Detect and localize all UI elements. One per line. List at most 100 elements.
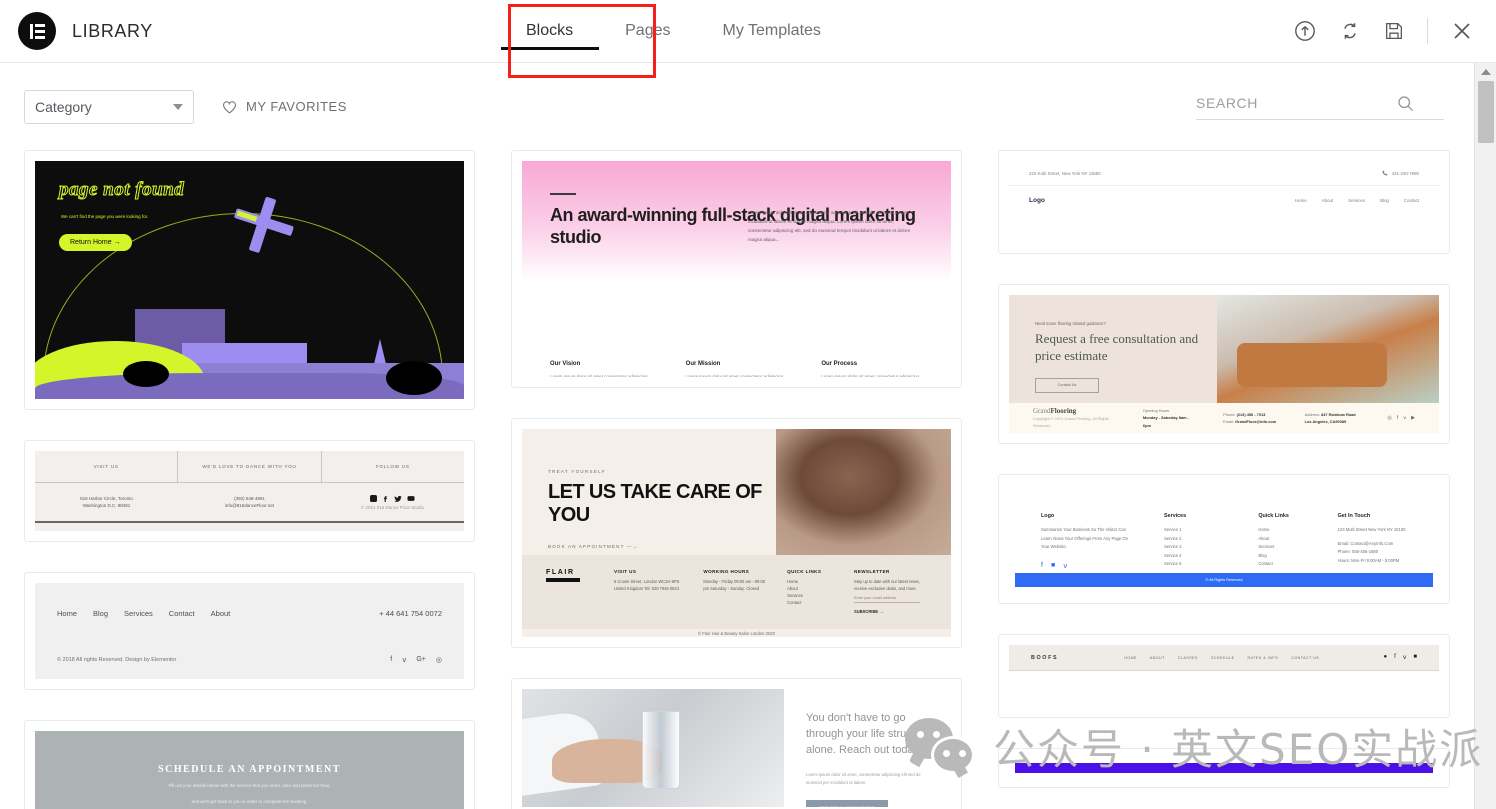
- elementor-logo-icon: [18, 12, 56, 50]
- facebook-icon: f: [390, 656, 393, 663]
- header-nav-blog: Blog: [1380, 197, 1389, 203]
- scrollbar-thumb[interactable]: [1478, 81, 1494, 143]
- beauty-heading: LET US TAKE CARE OF YOU: [548, 481, 762, 526]
- header-address: 223 Kobi Street, New York NY 11550: [1029, 170, 1101, 176]
- beauty-link-2: About: [787, 586, 798, 592]
- beauty-visit-title: VISIT US: [614, 569, 637, 574]
- template-card-footer-nav[interactable]: Home Blog Services Contact About + 44 64…: [24, 572, 475, 690]
- header-nav-contact: Contact: [1403, 197, 1419, 203]
- beauty-brand: FLAIR: [546, 569, 575, 576]
- footer-nav-item-home: Home: [57, 609, 78, 618]
- consult-phone-label: Phone:: [1223, 411, 1236, 417]
- footer-nav-socials: f 𝗏 G+ ◎: [390, 656, 442, 664]
- boofs-nav-about: ABOUT: [1149, 655, 1165, 660]
- my-favorites-filter[interactable]: MY FAVORITES: [222, 99, 347, 114]
- bluef-quick-2: About: [1258, 535, 1270, 541]
- tab-blocks[interactable]: Blocks: [500, 0, 599, 63]
- template-card-beauty[interactable]: TREAT YOURSELF LET US TAKE CARE OF YOU B…: [511, 418, 962, 648]
- preview-marketing: An award-winning full-stack digital mark…: [522, 161, 951, 377]
- consult-socials: ◎ f 𝗏 ▶: [1387, 415, 1415, 421]
- template-card-404[interactable]: page not found We can't find the page yo…: [24, 150, 475, 410]
- template-grid[interactable]: page not found We can't find the page yo…: [0, 150, 1474, 809]
- footer-nav-item-services: Services: [124, 609, 153, 618]
- close-icon[interactable]: [1450, 19, 1474, 43]
- footer-col-title-1: VISIT US: [35, 451, 179, 482]
- preview-consultation: Need some flooring related guidance? Req…: [1009, 295, 1439, 433]
- template-card-boofs-header[interactable]: BOOFS HOME ABOUT CLASSES SCHEDULE RATES …: [998, 634, 1450, 718]
- template-card-header-nav[interactable]: 223 Kobi Street, New York NY 11550 421-2…: [998, 150, 1450, 254]
- boofs-nav-rates: RATES & INFO: [1247, 655, 1279, 660]
- bluef-touch-hours: Hours: Mon-Fri 9:00AM - 5:00PM: [1337, 557, 1400, 563]
- blob-1: [123, 361, 169, 387]
- footer-copyright: © 2021 916 Dance Floor Studio: [360, 504, 425, 510]
- template-card-appointment[interactable]: SCHEDULE AN APPOINTMENT Fill out your de…: [24, 720, 475, 809]
- preview-header-nav: 223 Kobi Street, New York NY 11550 421-2…: [1009, 161, 1439, 243]
- search-input[interactable]: [1196, 95, 1396, 111]
- save-icon[interactable]: [1383, 20, 1405, 42]
- footer-col-title-3: FOLLOW US: [375, 464, 410, 469]
- twitter-icon: 𝗏: [1402, 655, 1407, 661]
- search-icon[interactable]: [1396, 94, 1415, 113]
- template-card-therapy[interactable]: You don't have to go through your life s…: [511, 678, 962, 809]
- facebook-icon: [384, 496, 387, 502]
- header-logo: Logo: [1029, 196, 1045, 204]
- preview-404-subtitle: We can't find the page you were looking …: [61, 214, 149, 219]
- toolbar-divider: [1427, 18, 1428, 44]
- footer-address-line2: Washington D.C. 98491: [82, 503, 131, 508]
- category-dropdown[interactable]: Category: [24, 89, 194, 124]
- template-card-footer-visit[interactable]: VISIT US WE'D LOVE TO DANCE WITH YOU FOL…: [24, 440, 475, 542]
- footer-nav-item-about: About: [210, 609, 231, 618]
- tab-pages[interactable]: Pages: [599, 0, 696, 63]
- facebook-icon: f: [1394, 654, 1396, 660]
- appointment-text-2: and we'll get back to you in order to co…: [191, 798, 308, 804]
- bluef-quick-1: Home: [1258, 527, 1270, 532]
- tab-blocks-label: Blocks: [526, 22, 574, 39]
- consult-brand-light: Grand: [1033, 406, 1051, 415]
- instagram-icon: ■: [1050, 561, 1056, 569]
- bluef-service-1: Service 1: [1164, 527, 1182, 532]
- heart-icon: [223, 100, 236, 113]
- template-card-consultation[interactable]: Need some flooring related guidance? Req…: [998, 284, 1450, 444]
- preview-404-button: Return Home →: [59, 234, 132, 251]
- sync-icon[interactable]: [1339, 20, 1361, 42]
- youtube-icon: [407, 496, 415, 501]
- beauty-link-3: Services: [787, 593, 803, 599]
- upload-icon[interactable]: [1293, 19, 1317, 43]
- vertical-scrollbar[interactable]: [1474, 63, 1496, 809]
- footer-nav-item-contact: Contact: [168, 609, 195, 618]
- template-card-blue-footer[interactable]: Logo Summarize Your Business So The Visi…: [998, 474, 1450, 604]
- marketing-paragraph: Lorem ipsum dolor sit amet, consectetur …: [748, 210, 911, 242]
- template-card-marketing[interactable]: An award-winning full-stack digital mark…: [511, 150, 962, 388]
- tab-my-templates[interactable]: My Templates: [697, 0, 847, 63]
- globe-icon: ◎: [435, 657, 442, 664]
- marketing-col-1-title: Our Vision: [550, 361, 581, 367]
- phone-icon: [1382, 170, 1388, 176]
- header-nav-services: Services: [1348, 197, 1366, 203]
- consult-heading: Request a free consultation and price es…: [1035, 331, 1199, 363]
- twitter-icon: 𝗏: [1063, 562, 1068, 570]
- footer-nav-copyright: © 2018 All rights Reserved. Design by El…: [57, 657, 177, 663]
- bluef-bottom-bar: © All Rights Reserved: [1015, 573, 1433, 587]
- bluef-logo: Logo: [1041, 513, 1055, 519]
- template-card-purple-partial[interactable]: [998, 748, 1450, 788]
- marketing-col-2-body: Lorem ipsum dolor sit amet consectetur a…: [685, 374, 784, 377]
- beauty-hours-title: WORKING HOURS: [703, 569, 750, 574]
- boofs-nav-contact: CONTACT US: [1291, 655, 1320, 660]
- beauty-news-body: Stay up to date with our latest news, re…: [854, 579, 920, 592]
- preview-purple-bar: [1009, 759, 1439, 777]
- scroll-up-arrow-icon[interactable]: [1475, 63, 1496, 81]
- brand: LIBRARY: [0, 12, 500, 50]
- beauty-visit-body: 6 Crown Street, London WC2H 8PS United K…: [614, 579, 680, 592]
- rule-dash: [550, 193, 576, 195]
- preview-404-title: page not found: [58, 179, 185, 201]
- boofs-logo: BOOFS: [1031, 654, 1059, 661]
- bluef-quick-3: Services: [1258, 544, 1275, 550]
- beauty-link-4: Contact: [787, 600, 802, 606]
- twitter-icon: 𝗏: [402, 657, 407, 664]
- search-box[interactable]: [1196, 94, 1444, 120]
- category-dropdown-label: Category: [35, 98, 92, 115]
- preview-therapy: You don't have to go through your life s…: [522, 689, 951, 807]
- preview-appointment: SCHEDULE AN APPOINTMENT Fill out your de…: [35, 731, 464, 809]
- consult-email-value: GrandFloor@info.com: [1235, 419, 1277, 424]
- therapy-heading: You don't have to go through your life s…: [806, 712, 933, 756]
